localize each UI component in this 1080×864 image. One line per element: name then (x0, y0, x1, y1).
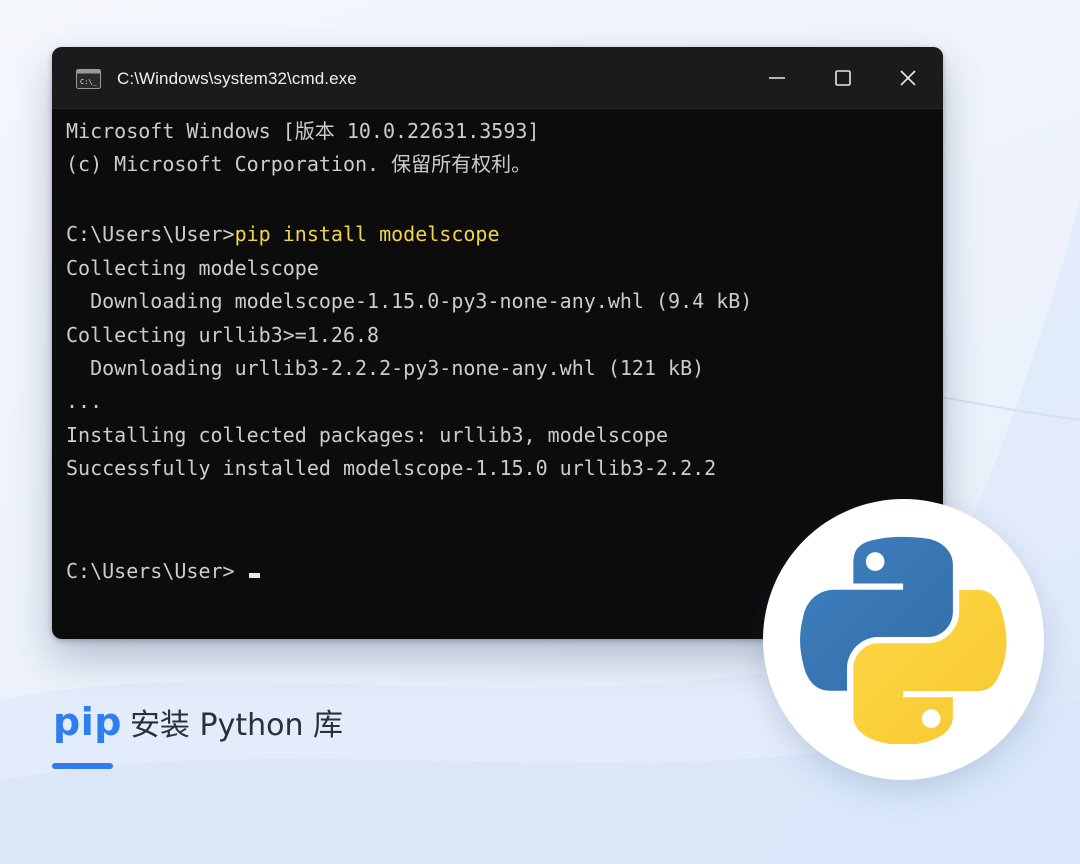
console-line: ... (66, 389, 103, 413)
minimize-button[interactable] (754, 61, 800, 95)
cmd-icon: C:\_ (76, 69, 101, 89)
maximize-button[interactable] (820, 61, 866, 95)
console-line: (c) Microsoft Corporation. 保留所有权利。 (66, 152, 532, 176)
caption-title: pip 安装 Python 库 (53, 700, 343, 748)
console-command: pip install modelscope (234, 222, 500, 246)
console-command-line: C:\Users\User>pip install modelscope (66, 220, 499, 248)
console-line: Successfully installed modelscope-1.15.0… (66, 456, 717, 480)
window-title: C:\Windows\system32\cmd.exe (117, 69, 357, 88)
title-bar[interactable]: C:\_ C:\Windows\system32\cmd.exe (52, 47, 943, 109)
python-logo-badge (763, 499, 1044, 780)
console-line: Collecting modelscope (66, 256, 319, 280)
console-line: Installing collected packages: urllib3, … (66, 423, 669, 447)
python-logo-icon (800, 536, 1007, 744)
svg-text:C:\_: C:\_ (80, 78, 98, 86)
caption-highlight: pip (53, 700, 122, 744)
console-prompt: C:\Users\User> (66, 222, 235, 246)
console-line: Downloading urllib3-2.2.2-py3-none-any.w… (66, 356, 705, 380)
caption-underline (52, 763, 113, 769)
caption-text: 安装 Python 库 (129, 708, 343, 743)
text-cursor (248, 573, 260, 578)
console-prompt-line[interactable]: C:\Users\User> (66, 557, 260, 585)
maximize-icon (835, 70, 851, 86)
console-prompt: C:\Users\User> (66, 559, 247, 583)
close-icon (900, 70, 916, 86)
console-line: Downloading modelscope-1.15.0-py3-none-a… (66, 289, 753, 313)
minimize-icon (769, 77, 785, 79)
console-line: Collecting urllib3>=1.26.8 (66, 323, 380, 347)
close-button[interactable] (885, 61, 931, 95)
console-line: Microsoft Windows [版本 10.0.22631.3593] (66, 119, 540, 143)
